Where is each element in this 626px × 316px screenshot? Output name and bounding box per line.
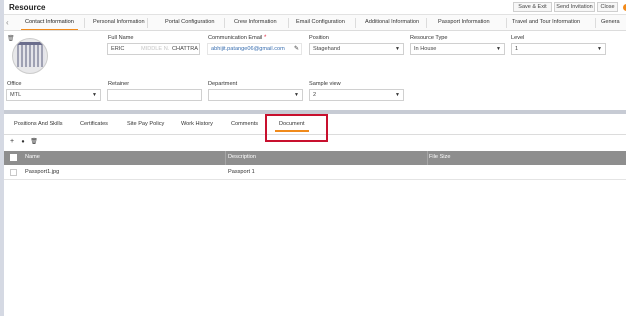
save-exit-button[interactable]: Save & Exit — [513, 2, 552, 12]
chevron-down-icon: ▼ — [92, 92, 97, 98]
position-select[interactable]: Stagehand ▼ — [309, 43, 404, 55]
tab-separator — [506, 18, 507, 28]
office-select[interactable]: MTL ▼ — [6, 89, 101, 101]
chevron-down-icon: ▼ — [294, 92, 299, 98]
subtab-work-history[interactable]: Work History — [181, 121, 213, 127]
tab-separator — [426, 18, 427, 28]
email-label-text: Communication Email — [208, 35, 263, 41]
column-header-name[interactable]: Name — [25, 154, 40, 160]
tab-crew-information[interactable]: Crew Information — [234, 19, 277, 25]
resource-type-value: In House — [414, 46, 437, 52]
chevron-down-icon: ▼ — [395, 46, 400, 52]
tab-separator — [224, 18, 225, 28]
select-all-checkbox[interactable] — [10, 154, 17, 161]
close-button[interactable]: Close — [597, 2, 618, 12]
required-mark: * — [263, 35, 267, 41]
row-checkbox[interactable] — [10, 169, 17, 176]
retainer-label: Retainer — [108, 81, 130, 87]
tab-separator — [84, 18, 85, 28]
email-field[interactable]: abhijit.patange06@gmail.com ✎ — [207, 43, 302, 55]
level-label: Level — [511, 35, 525, 41]
tab-separator — [288, 18, 289, 28]
avatar[interactable] — [12, 38, 48, 74]
window-header: Resource Save & Exit Send Invitation Clo… — [4, 0, 626, 15]
avatar-image — [17, 45, 45, 67]
document-toolbar: + ⏺ 🗑 — [4, 136, 626, 149]
tab-general[interactable]: Genera — [601, 19, 620, 25]
chevron-down-icon: ▼ — [395, 92, 400, 98]
subtab-comments[interactable]: Comments — [231, 121, 258, 127]
row-name[interactable]: Passport1.jpg — [25, 169, 59, 175]
tab-additional-information[interactable]: Additional Information — [365, 19, 419, 25]
add-icon[interactable]: + — [7, 137, 17, 147]
last-name-value: CHATTRA — [172, 46, 198, 52]
office-label: Office — [7, 81, 22, 87]
chevron-down-icon: ▼ — [597, 46, 602, 52]
retainer-field[interactable] — [107, 89, 202, 101]
level-value: 1 — [515, 46, 519, 52]
sample-view-label: Sample view — [309, 81, 341, 87]
pencil-icon[interactable]: ✎ — [294, 44, 299, 54]
full-name-label: Full Name — [108, 35, 134, 41]
column-header-description[interactable]: Description — [228, 154, 256, 160]
sample-view-value: 2 — [313, 92, 317, 98]
delete-photo-icon[interactable]: 🗑 — [7, 35, 15, 42]
row-description: Passport 1 — [228, 169, 255, 175]
chevron-left-icon[interactable]: ‹ — [6, 18, 9, 27]
tab-separator — [355, 18, 356, 28]
tab-separator — [595, 18, 596, 28]
tab-personal-information[interactable]: Personal Information — [93, 19, 145, 25]
email-label: Communication Email * — [208, 35, 266, 41]
tab-separator — [147, 18, 148, 28]
table-header: Name Description File Size — [4, 151, 626, 165]
column-separator — [427, 151, 428, 165]
office-value: MTL — [10, 92, 22, 98]
full-name-field[interactable]: ERIC MIDDLE N. CHATTRA — [107, 43, 200, 55]
resource-type-label: Resource Type — [410, 35, 448, 41]
resource-type-select[interactable]: In House ▼ — [410, 43, 505, 55]
chevron-down-icon: ▼ — [496, 46, 501, 52]
level-select[interactable]: 1 ▼ — [511, 43, 606, 55]
sample-view-select[interactable]: 2 ▼ — [309, 89, 404, 101]
tab-travel-and-tour-information[interactable]: Travel and Tour Information — [512, 19, 580, 25]
table-row[interactable]: Passport1.jpg Passport 1 — [4, 165, 626, 180]
email-value: abhijit.patange06@gmail.com — [211, 46, 285, 52]
department-label: Department — [208, 81, 238, 87]
trash-icon[interactable]: 🗑 — [29, 137, 39, 147]
tab-passport-information[interactable]: Passport Information — [438, 19, 490, 25]
column-separator — [225, 151, 226, 165]
department-select[interactable]: ▼ — [208, 89, 303, 101]
position-label: Position — [309, 35, 329, 41]
tab-portal-configuration[interactable]: Portal Configuration — [165, 19, 214, 25]
tab-email-configuration[interactable]: Email Configuration — [296, 19, 345, 25]
page-title: Resource — [9, 3, 46, 12]
tab-contact-information[interactable]: Contact Information — [21, 19, 78, 30]
subtab-site-pay-policy[interactable]: Site Pay Policy — [127, 121, 164, 127]
subtab-certificates[interactable]: Certificates — [80, 121, 108, 127]
column-header-file-size[interactable]: File Size — [429, 154, 450, 160]
middle-name-value: MIDDLE N. — [141, 46, 170, 52]
send-invitation-button[interactable]: Send Invitation — [554, 2, 595, 12]
upload-icon[interactable]: ⏺ — [18, 137, 28, 147]
first-name-value: ERIC — [111, 46, 125, 52]
position-value: Stagehand — [313, 46, 341, 52]
subtab-positions-and-skills[interactable]: Positions And Skills — [14, 121, 63, 127]
tab-bar: ‹ Contact Information Personal Informati… — [4, 15, 626, 31]
